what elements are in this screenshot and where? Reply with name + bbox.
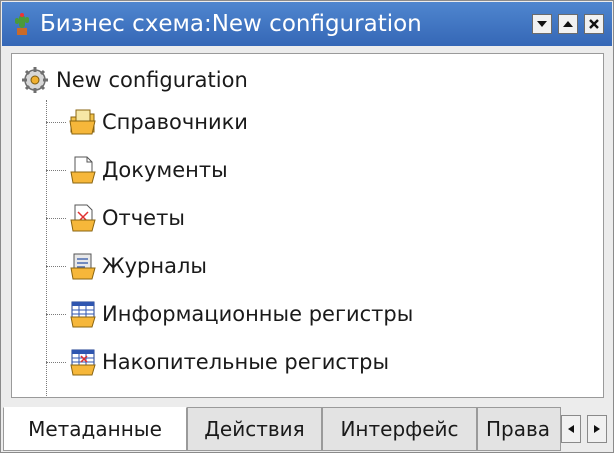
tree-branch-line [46, 169, 66, 171]
tree-branch-line [46, 265, 66, 267]
tree-item-label: Документы [102, 158, 228, 182]
tree-root-label: New configuration [56, 68, 248, 92]
tree-item-info-registers[interactable]: Информационные регистры [46, 294, 413, 334]
gears-icon [22, 67, 48, 93]
scroll-left-icon[interactable] [561, 415, 581, 443]
accumulation-register-folder-icon [70, 349, 96, 376]
tree-item-label: Справочники [102, 110, 248, 134]
catalog-folder-icon [69, 109, 96, 135]
scroll-right-icon[interactable] [587, 415, 607, 443]
info-register-folder-icon [70, 301, 96, 328]
cactus-icon [15, 13, 29, 35]
tab-metadata[interactable]: Метаданные [3, 407, 187, 451]
tree-item-accumulation-registers[interactable]: Накопительные регистры [46, 342, 389, 382]
maximize-icon[interactable] [558, 14, 578, 34]
tree-item-documents[interactable]: Документы [46, 150, 228, 190]
minimize-icon[interactable] [532, 14, 552, 34]
tree-item-label: Отчеты [102, 206, 185, 230]
title-bar[interactable]: Бизнес схема:New configuration [2, 2, 612, 46]
tab-rights[interactable]: Права [477, 407, 561, 451]
metadata-tree: New configuration Справочники Документы [11, 53, 604, 398]
journal-folder-icon [70, 253, 96, 280]
tree-branch-line [46, 217, 66, 219]
tab-bar: Метаданные Действия Интерфейс Права [1, 407, 613, 451]
document-folder-icon [70, 156, 96, 184]
tree-item-journals[interactable]: Журналы [46, 246, 207, 286]
tree-root-new-configuration[interactable]: New configuration [20, 64, 248, 96]
tree-item-label: Журналы [102, 254, 207, 278]
close-icon[interactable] [584, 14, 604, 34]
tree-item-label: Информационные регистры [102, 302, 414, 326]
tab-actions[interactable]: Действия [187, 407, 322, 451]
tree-item-catalogs[interactable]: Справочники [46, 102, 248, 142]
tab-interface[interactable]: Интерфейс [322, 407, 477, 451]
tree-branch-line [46, 121, 66, 123]
tree-branch-line [46, 361, 66, 363]
window-title: Бизнес схема:New configuration [40, 11, 422, 37]
tree-branch-line [46, 313, 66, 315]
report-folder-icon [70, 204, 96, 232]
tree-item-reports[interactable]: Отчеты [46, 198, 185, 238]
configuration-window: Бизнес схема:New configuration New confi… [0, 0, 614, 453]
tree-item-label: Накопительные регистры [102, 350, 390, 374]
window-controls [532, 14, 604, 34]
